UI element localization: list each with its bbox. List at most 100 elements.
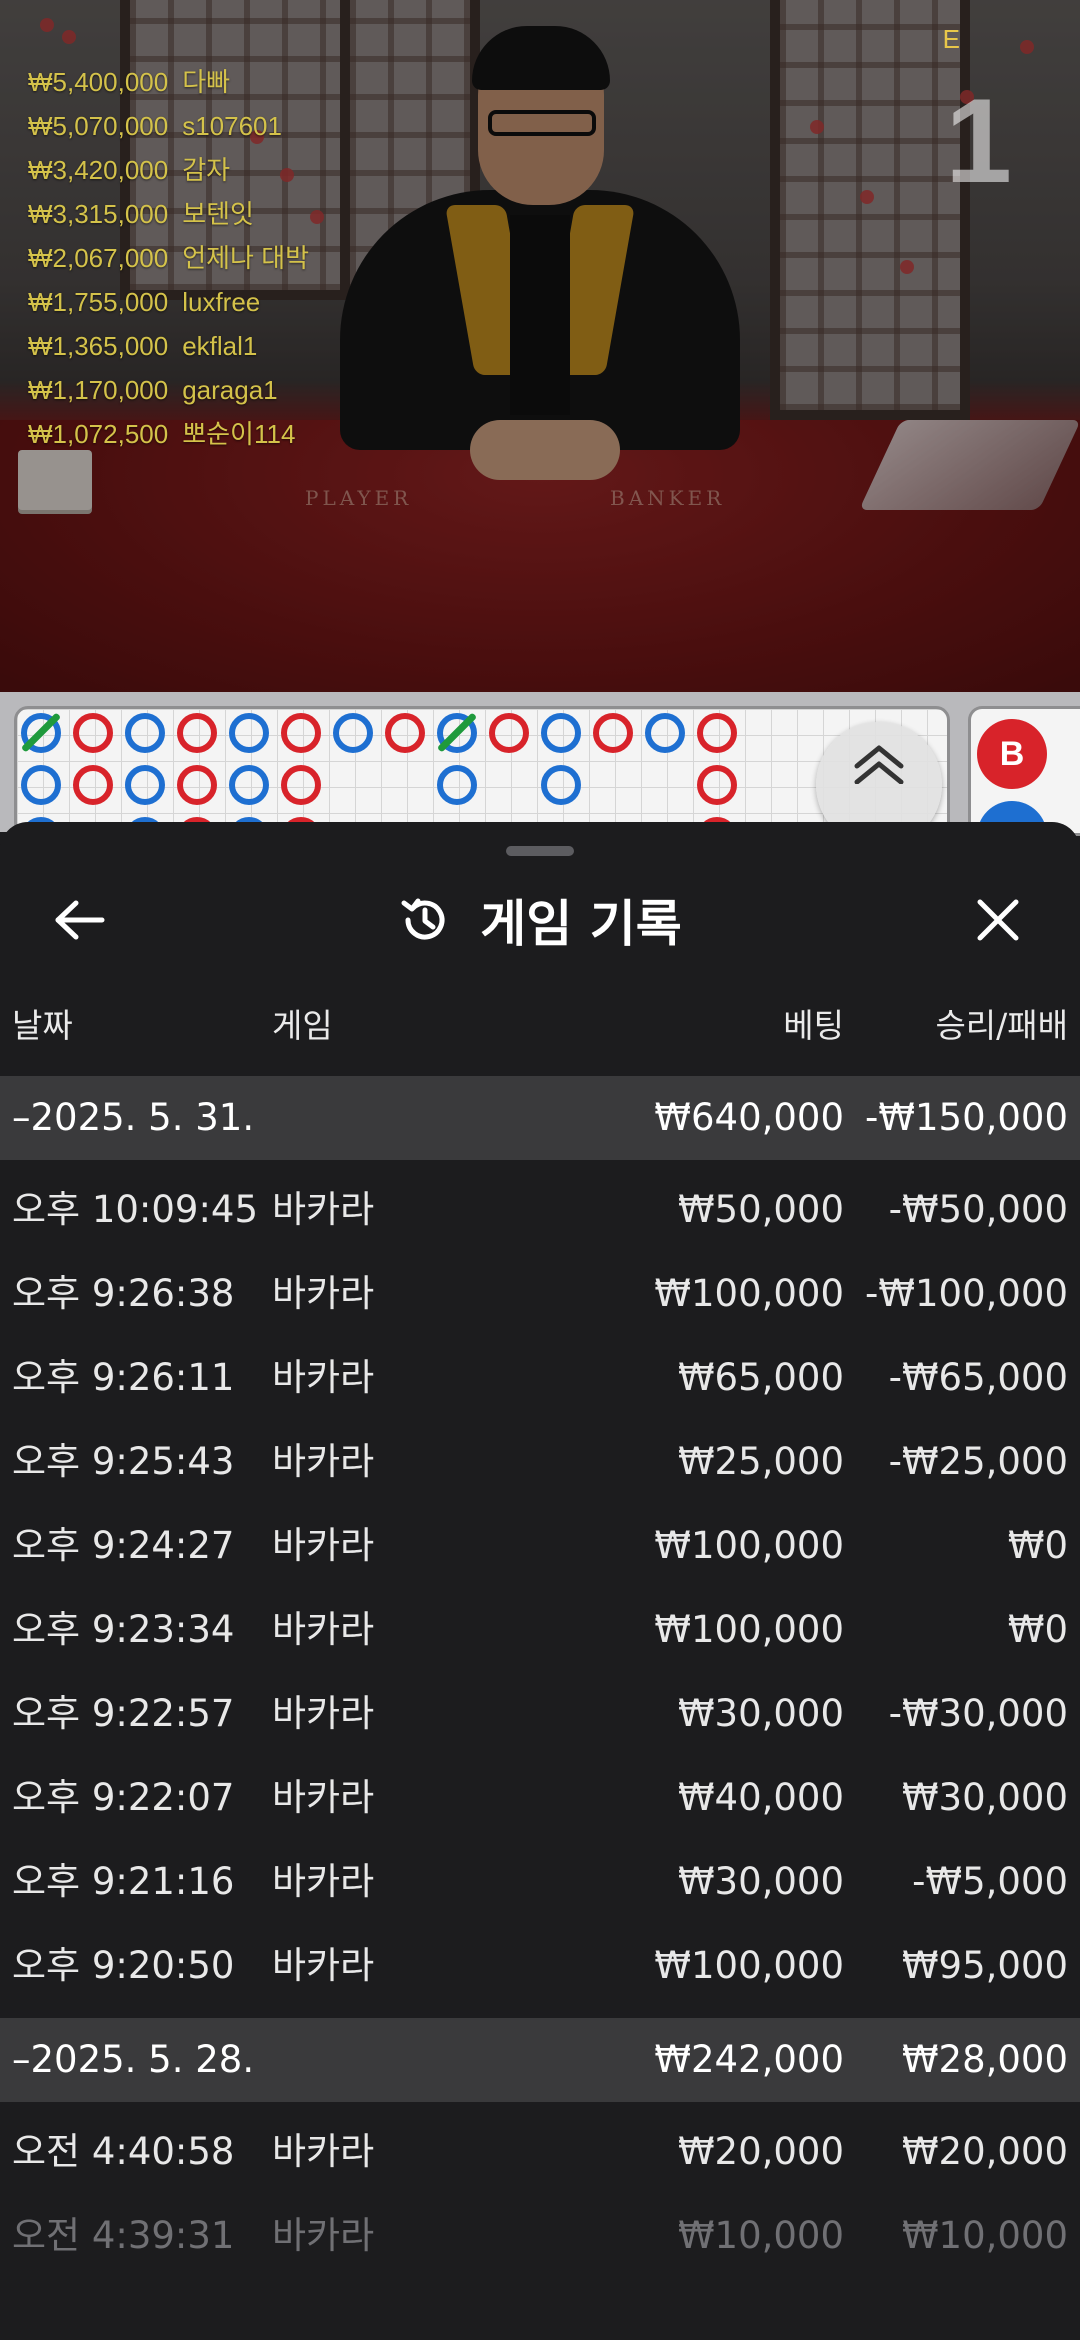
back-button[interactable]	[40, 880, 120, 960]
group-date: –2025. 5. 31.	[12, 1096, 255, 1139]
date-group-row[interactable]: –2025. 5. 28. ₩242,000 ₩28,000	[0, 2018, 1080, 2102]
banker-ring	[177, 713, 217, 753]
entry-game: 바카라	[272, 1356, 375, 1399]
history-entry-row[interactable]: 오전 4:40:58 바카라 ₩20,000 ₩20,000	[0, 2110, 1080, 2194]
banker-ring	[697, 765, 737, 805]
entry-time: 오후 9:26:38	[12, 1272, 235, 1315]
entry-bet: ₩20,000	[677, 2130, 844, 2173]
leaderboard-amount: ₩1,170,000	[28, 375, 169, 405]
leaderboard-amount: ₩1,755,000	[28, 287, 169, 317]
history-entry-row[interactable]: 오후 9:21:16 바카라 ₩30,000 -₩5,000	[0, 1840, 1080, 1924]
entry-result: -₩25,000	[888, 1440, 1068, 1483]
entry-game: 바카라	[272, 2130, 375, 2173]
live-video-feed[interactable]: PLAYER BANKER ₩5,400,000 다빠 ₩5,070,000 s107…	[0, 0, 1080, 692]
close-icon	[977, 899, 1019, 941]
leaderboard-row: ₩5,400,000 다빠	[28, 60, 309, 104]
group-result-total: ₩28,000	[901, 2038, 1068, 2081]
leaderboard-player-name: 언제나 대박	[182, 243, 310, 273]
double-chevron-up-icon	[854, 745, 904, 784]
player-ring	[645, 713, 685, 753]
big-road-board[interactable]	[14, 706, 950, 836]
entry-bet: ₩25,000	[677, 1440, 844, 1483]
entry-bet: ₩50,000	[677, 1188, 844, 1231]
history-column-header: 날짜 게임 베팅 승리/패배	[0, 990, 1080, 1062]
entry-game: 바카라	[272, 1272, 375, 1315]
close-button[interactable]	[958, 880, 1038, 960]
leaderboard-amount: ₩2,067,000	[28, 243, 169, 273]
leaderboard-player-name: 뽀순이114	[182, 419, 296, 449]
player-ring	[125, 765, 165, 805]
entry-game: 바카라	[272, 1608, 375, 1651]
player-ring	[541, 765, 581, 805]
history-entry-row[interactable]: 오후 9:23:34 바카라 ₩100,000 ₩0	[0, 1588, 1080, 1672]
leaderboard-row: ₩5,070,000 s107601	[28, 104, 309, 148]
entry-bet: ₩10,000	[677, 2214, 844, 2257]
history-entry-row[interactable]: 오전 4:39:31 바카라 ₩10,000 ₩10,000	[0, 2194, 1080, 2278]
entry-time: 오후 9:20:50	[12, 1944, 235, 1987]
entry-time: 오후 9:24:27	[12, 1524, 235, 1567]
leaderboard-player-name: 보텐잇	[182, 199, 254, 229]
entry-result: -₩65,000	[888, 1356, 1068, 1399]
leaderboard-amount: ₩5,070,000	[28, 111, 169, 141]
leaderboard-amount: ₩1,072,500	[28, 419, 169, 449]
entry-time: 오후 9:26:11	[12, 1356, 235, 1399]
entry-result: -₩50,000	[888, 1188, 1068, 1231]
entry-bet: ₩30,000	[677, 1860, 844, 1903]
sheet-title: 게임 기록	[480, 895, 682, 953]
leaderboard-row: ₩1,755,000 luxfree	[28, 280, 309, 324]
entry-game: 바카라	[272, 1524, 375, 1567]
entry-bet: ₩100,000	[654, 1524, 844, 1567]
leaderboard-row: ₩1,072,500 뽀순이114	[28, 412, 309, 456]
arrow-left-icon	[55, 900, 105, 940]
entry-result: ₩95,000	[901, 1944, 1068, 1987]
banker-ring	[385, 713, 425, 753]
entry-game: 바카라	[272, 1860, 375, 1903]
group-bet-total: ₩242,000	[654, 2038, 844, 2081]
banker-ring	[593, 713, 633, 753]
leaderboard-row: ₩3,315,000 보텐잇	[28, 192, 309, 236]
history-entry-row[interactable]: 오후 10:09:45 바카라 ₩50,000 -₩50,000	[0, 1168, 1080, 1252]
player-ring	[229, 765, 269, 805]
history-entry-row[interactable]: 오후 9:26:11 바카라 ₩65,000 -₩65,000	[0, 1336, 1080, 1420]
history-entry-row[interactable]: 오후 9:20:50 바카라 ₩100,000 ₩95,000	[0, 1924, 1080, 2008]
banker-ring	[489, 713, 529, 753]
history-entry-row[interactable]: 오후 9:26:38 바카라 ₩100,000 -₩100,000	[0, 1252, 1080, 1336]
player-ring	[333, 713, 373, 753]
entry-result: -₩5,000	[912, 1860, 1068, 1903]
entry-game: 바카라	[272, 1692, 375, 1735]
entry-result: -₩30,000	[888, 1692, 1068, 1735]
group-result-total: -₩150,000	[865, 1096, 1068, 1139]
entry-result: ₩10,000	[901, 2214, 1068, 2257]
leaderboard-amount: ₩5,400,000	[28, 67, 169, 97]
history-entry-row[interactable]: 오후 9:25:43 바카라 ₩25,000 -₩25,000	[0, 1420, 1080, 1504]
leaderboard-row: ₩2,067,000 언제나 대박	[28, 236, 309, 280]
entry-result: ₩0	[1007, 1524, 1068, 1567]
player-ring	[437, 765, 477, 805]
leaderboard-player-name: luxfree	[182, 287, 261, 317]
entry-game: 바카라	[272, 2214, 375, 2257]
column-result: 승리/패배	[935, 1006, 1068, 1045]
leaderboard-player-name: garaga1	[182, 375, 278, 405]
date-group-row[interactable]: –2025. 5. 31. ₩640,000 -₩150,000	[0, 1076, 1080, 1160]
road-map-strip: B P	[0, 692, 1080, 848]
entry-game: 바카라	[272, 1944, 375, 1987]
bead-prediction-panel[interactable]: B P	[968, 706, 1080, 836]
leaderboard-player-name: s107601	[182, 111, 282, 141]
history-entry-row[interactable]: 오후 9:22:57 바카라 ₩30,000 -₩30,000	[0, 1672, 1080, 1756]
entry-game: 바카라	[272, 1440, 375, 1483]
sheet-drag-handle[interactable]	[506, 846, 574, 856]
entry-result: -₩100,000	[865, 1272, 1068, 1315]
round-marker: E	[942, 24, 960, 54]
leaderboard-player-name: 다빠	[182, 67, 231, 97]
player-ring	[21, 765, 61, 805]
banker-ring	[281, 713, 321, 753]
leaderboard-row: ₩3,420,000 감자	[28, 148, 309, 192]
banker-ring	[281, 765, 321, 805]
history-entry-row[interactable]: 오후 9:24:27 바카라 ₩100,000 ₩0	[0, 1504, 1080, 1588]
banker-ring	[73, 765, 113, 805]
leaderboard-row: ₩1,365,000 ekflal1	[28, 324, 309, 368]
column-game: 게임	[272, 1006, 333, 1045]
history-entry-row[interactable]: 오후 9:22:07 바카라 ₩40,000 ₩30,000	[0, 1756, 1080, 1840]
entry-bet: ₩100,000	[654, 1608, 844, 1651]
entry-time: 오후 9:23:34	[12, 1608, 235, 1651]
